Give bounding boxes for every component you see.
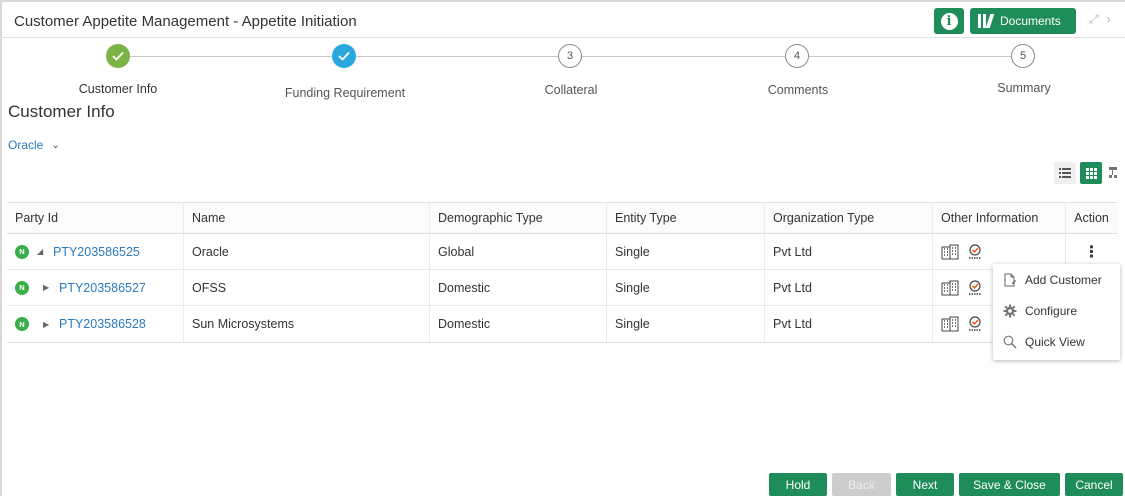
org-type-cell: Pvt Ltd xyxy=(765,270,933,305)
tree-icon xyxy=(1109,167,1117,178)
grid-view-button[interactable] xyxy=(1080,162,1102,184)
table-header: Party Id Name Demographic Type Entity Ty… xyxy=(7,203,1117,234)
column-header[interactable]: Organization Type xyxy=(765,203,933,233)
column-header[interactable]: Name xyxy=(184,203,430,233)
column-header[interactable]: Other Information xyxy=(933,203,1066,233)
back-button[interactable]: Back xyxy=(832,473,891,496)
org-type-cell: Pvt Ltd xyxy=(765,306,933,342)
step-connector xyxy=(582,56,785,57)
row-action-menu: Add Customer Configure Quick View xyxy=(993,264,1120,360)
list-icon xyxy=(1059,168,1071,178)
close-icon[interactable]: › xyxy=(1107,12,1119,26)
section-title: Customer Info xyxy=(8,102,115,121)
view-toggle xyxy=(1054,162,1120,184)
building-icon[interactable] xyxy=(941,244,959,260)
more-options-icon[interactable]: ⋮ xyxy=(1084,242,1100,262)
check-icon xyxy=(338,51,350,61)
step-connector xyxy=(356,56,558,57)
list-view-button[interactable] xyxy=(1054,162,1076,184)
column-header[interactable]: Demographic Type xyxy=(430,203,607,233)
step-4-node[interactable]: 4 xyxy=(785,44,809,68)
window-controls: ⤢› xyxy=(1089,12,1119,27)
title-bar: Customer Appetite Management - Appetite … xyxy=(0,0,1125,38)
step-4-label[interactable]: Comments xyxy=(768,83,828,97)
window-title: Customer Appetite Management - Appetite … xyxy=(14,13,357,30)
expand-icon[interactable]: ⤢ xyxy=(1089,12,1107,26)
entity-cell: Single xyxy=(607,270,765,305)
status-badge: N xyxy=(15,317,29,331)
step-1-label[interactable]: Customer Info xyxy=(79,82,158,96)
breadcrumb-label[interactable]: Oracle xyxy=(8,138,43,152)
demographic-cell: Domestic xyxy=(430,270,607,305)
next-button[interactable]: Next xyxy=(896,473,954,496)
expand-icon[interactable]: ▶ xyxy=(43,320,53,329)
footer-actions: Hold Back Next Save & Close Cancel xyxy=(0,473,1125,496)
name-cell: OFSS xyxy=(184,270,430,305)
status-badge: N xyxy=(15,280,29,295)
info-icon: i xyxy=(940,12,958,30)
expand-icon[interactable]: ▶ xyxy=(43,283,53,292)
name-cell: Oracle xyxy=(184,234,430,269)
name-cell: Sun Microsystems xyxy=(184,306,430,342)
step-2-node[interactable] xyxy=(332,44,356,68)
party-id-link[interactable]: PTY203586527 xyxy=(59,281,146,295)
table-row[interactable]: N ◢ PTY203586525 Oracle Global Single Pv… xyxy=(7,234,1117,270)
column-header[interactable]: Action xyxy=(1066,203,1117,233)
library-icon xyxy=(978,14,995,28)
step-3-node[interactable]: 3 xyxy=(558,44,582,68)
magnifier-icon xyxy=(1003,335,1017,348)
hold-button[interactable]: Hold xyxy=(769,473,827,496)
menu-item-configure[interactable]: Configure xyxy=(993,295,1120,326)
tree-view-button[interactable] xyxy=(1106,162,1120,184)
building-icon[interactable] xyxy=(941,316,959,332)
chevron-down-icon[interactable]: ⌄ xyxy=(51,140,59,151)
table-row[interactable]: N ▶ PTY203586528 Sun Microsystems Domest… xyxy=(7,306,1117,342)
menu-item-quick-view[interactable]: Quick View xyxy=(993,326,1120,357)
entity-cell: Single xyxy=(607,306,765,342)
demographic-cell: Domestic xyxy=(430,306,607,342)
gear-icon xyxy=(1003,304,1017,317)
credit-rating-icon[interactable] xyxy=(967,243,983,260)
table-row[interactable]: N ▶ PTY203586527 OFSS Domestic Single Pv… xyxy=(7,270,1117,306)
column-header[interactable]: Entity Type xyxy=(607,203,765,233)
check-icon xyxy=(112,51,124,61)
train-stepper: 3 4 5 Customer Info Funding Requirement … xyxy=(0,40,1125,102)
step-connector xyxy=(130,56,332,57)
menu-item-label: Configure xyxy=(1025,303,1078,318)
building-icon[interactable] xyxy=(941,280,959,296)
step-3-label[interactable]: Collateral xyxy=(545,83,598,97)
info-button[interactable]: i xyxy=(934,8,964,34)
step-5-label[interactable]: Summary xyxy=(997,81,1050,95)
menu-item-label: Add Customer xyxy=(1025,272,1102,287)
credit-rating-icon[interactable] xyxy=(967,279,983,296)
documents-label: Documents xyxy=(1000,14,1061,28)
demographic-cell: Global xyxy=(430,234,607,269)
breadcrumb[interactable]: Oracle ⌄ xyxy=(8,138,60,152)
add-document-icon xyxy=(1004,273,1016,286)
column-header[interactable]: Party Id xyxy=(7,203,184,233)
cancel-button[interactable]: Cancel xyxy=(1065,473,1123,496)
customer-table: Party Id Name Demographic Type Entity Ty… xyxy=(7,202,1117,343)
credit-rating-icon[interactable] xyxy=(967,316,983,332)
party-id-link[interactable]: PTY203586528 xyxy=(59,317,146,331)
entity-cell: Single xyxy=(607,234,765,269)
step-1-node[interactable] xyxy=(106,44,130,68)
save-close-button[interactable]: Save & Close xyxy=(959,473,1060,496)
step-2-label[interactable]: Funding Requirement xyxy=(285,86,405,100)
step-connector xyxy=(809,56,1011,57)
org-type-cell: Pvt Ltd xyxy=(765,234,933,269)
grid-icon xyxy=(1085,167,1097,179)
status-badge: N xyxy=(15,244,29,259)
menu-item-label: Quick View xyxy=(1025,334,1085,349)
documents-button[interactable]: Documents xyxy=(970,8,1076,34)
step-5-node[interactable]: 5 xyxy=(1011,44,1035,68)
menu-item-add-customer[interactable]: Add Customer xyxy=(993,264,1120,295)
collapse-icon[interactable]: ◢ xyxy=(37,247,47,256)
party-id-link[interactable]: PTY203586525 xyxy=(53,245,140,259)
